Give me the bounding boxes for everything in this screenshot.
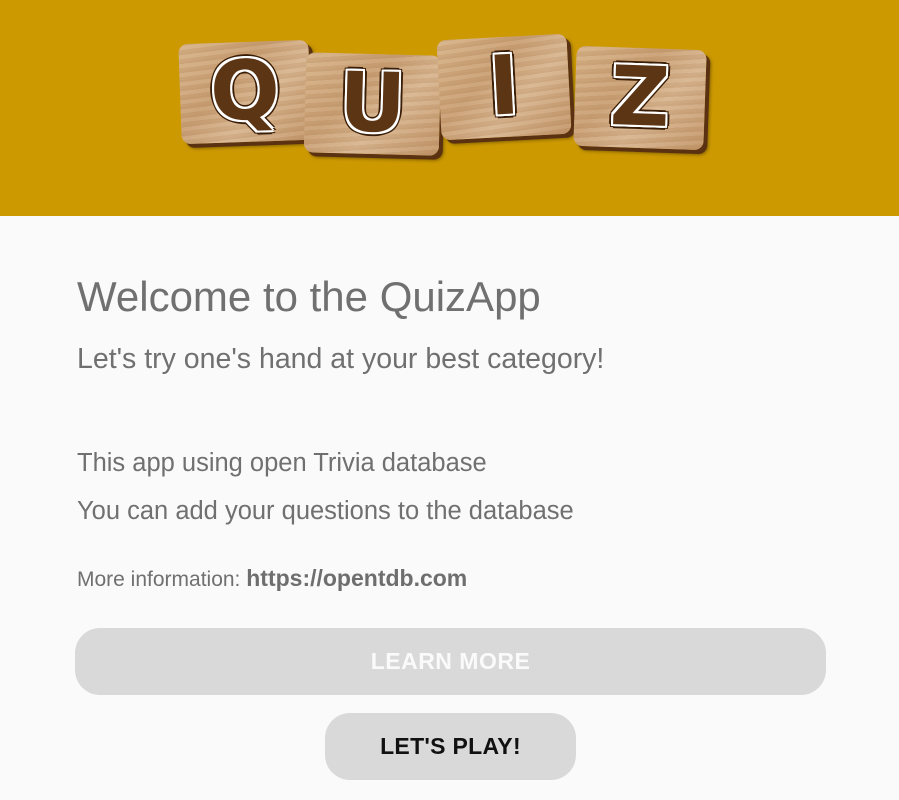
welcome-subtitle: Let's try one's hand at your best catego…: [77, 343, 605, 375]
more-information: More information: https://opentdb.com: [77, 565, 467, 592]
welcome-title: Welcome to the QuizApp: [77, 273, 541, 320]
app-header: Q U I Z: [0, 0, 899, 216]
info-text-add-questions: You can add your questions to the databa…: [77, 497, 574, 525]
learn-more-button[interactable]: LEARN MORE: [75, 628, 826, 695]
opentdb-link[interactable]: https://opentdb.com: [246, 565, 467, 591]
logo-tile-i: I: [436, 33, 572, 141]
logo-tile-q: Q: [178, 39, 312, 145]
logo-letter: U: [337, 55, 408, 152]
logo-letter: Z: [608, 48, 672, 147]
logo-tile-z: Z: [573, 45, 707, 151]
more-information-label: More information:: [77, 568, 247, 591]
logo-tile-u: U: [303, 52, 442, 156]
lets-play-button[interactable]: LET'S PLAY!: [325, 713, 576, 780]
logo-letter: Q: [208, 42, 282, 141]
info-text-trivia: This app using open Trivia database: [77, 449, 487, 477]
logo-letter: I: [486, 38, 522, 135]
quiz-logo: Q U I Z: [174, 30, 734, 165]
